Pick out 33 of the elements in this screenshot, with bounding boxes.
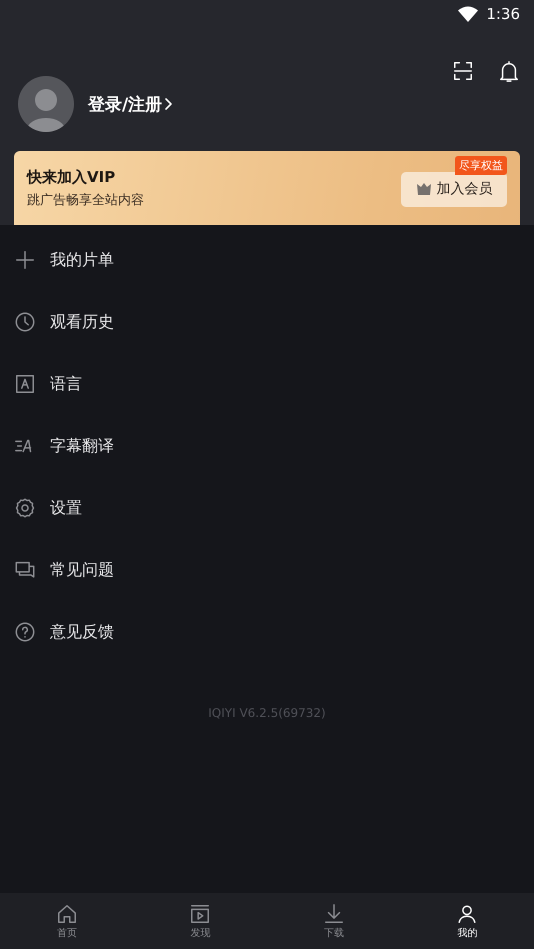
settings-icon [14,497,36,519]
clock-icon [14,311,36,333]
vip-title: 快来加入VIP [27,168,116,186]
menu-item[interactable]: 我的片单 [0,229,534,291]
help-icon [14,621,36,643]
benefits-badge: 尽享权益 [455,156,507,175]
status-time: 1:36 [486,5,520,23]
user-icon [456,902,478,924]
nav-tab[interactable]: 发现 [134,893,267,949]
version-text: IQIYI V6.2.5(69732) [208,706,326,720]
nav-tab[interactable]: 下载 [267,893,400,949]
nav-tab[interactable]: 我的 [400,893,534,949]
menu-item[interactable]: 意见反馈 [0,601,534,663]
vip-banner[interactable]: 尽享权益 快来加入VIP 跳广告畅享全站内容 加入会员 [14,151,520,225]
play-icon [189,902,212,924]
download-icon [322,902,345,924]
wifi-icon [458,6,478,22]
menu-item[interactable]: 字幕翻译 [0,415,534,477]
chevron-right-icon [164,97,174,111]
scan-icon[interactable] [452,60,474,82]
login-link[interactable]: 登录/注册 [88,92,174,116]
language-icon [14,373,36,395]
menu-item[interactable]: 常见问题 [0,539,534,601]
join-member-button[interactable]: 加入会员 [401,172,507,206]
vip-subtitle: 跳广告畅享全站内容 [27,192,144,208]
plus-icon [14,249,36,271]
menu-item[interactable]: 观看历史 [0,291,534,353]
menu-item[interactable]: 设置 [0,477,534,539]
home-icon [56,902,78,924]
crown-icon [416,182,432,196]
nav-tab[interactable]: 首页 [0,893,134,949]
bell-icon[interactable] [498,60,520,84]
menu-item[interactable]: 语言 [0,353,534,415]
